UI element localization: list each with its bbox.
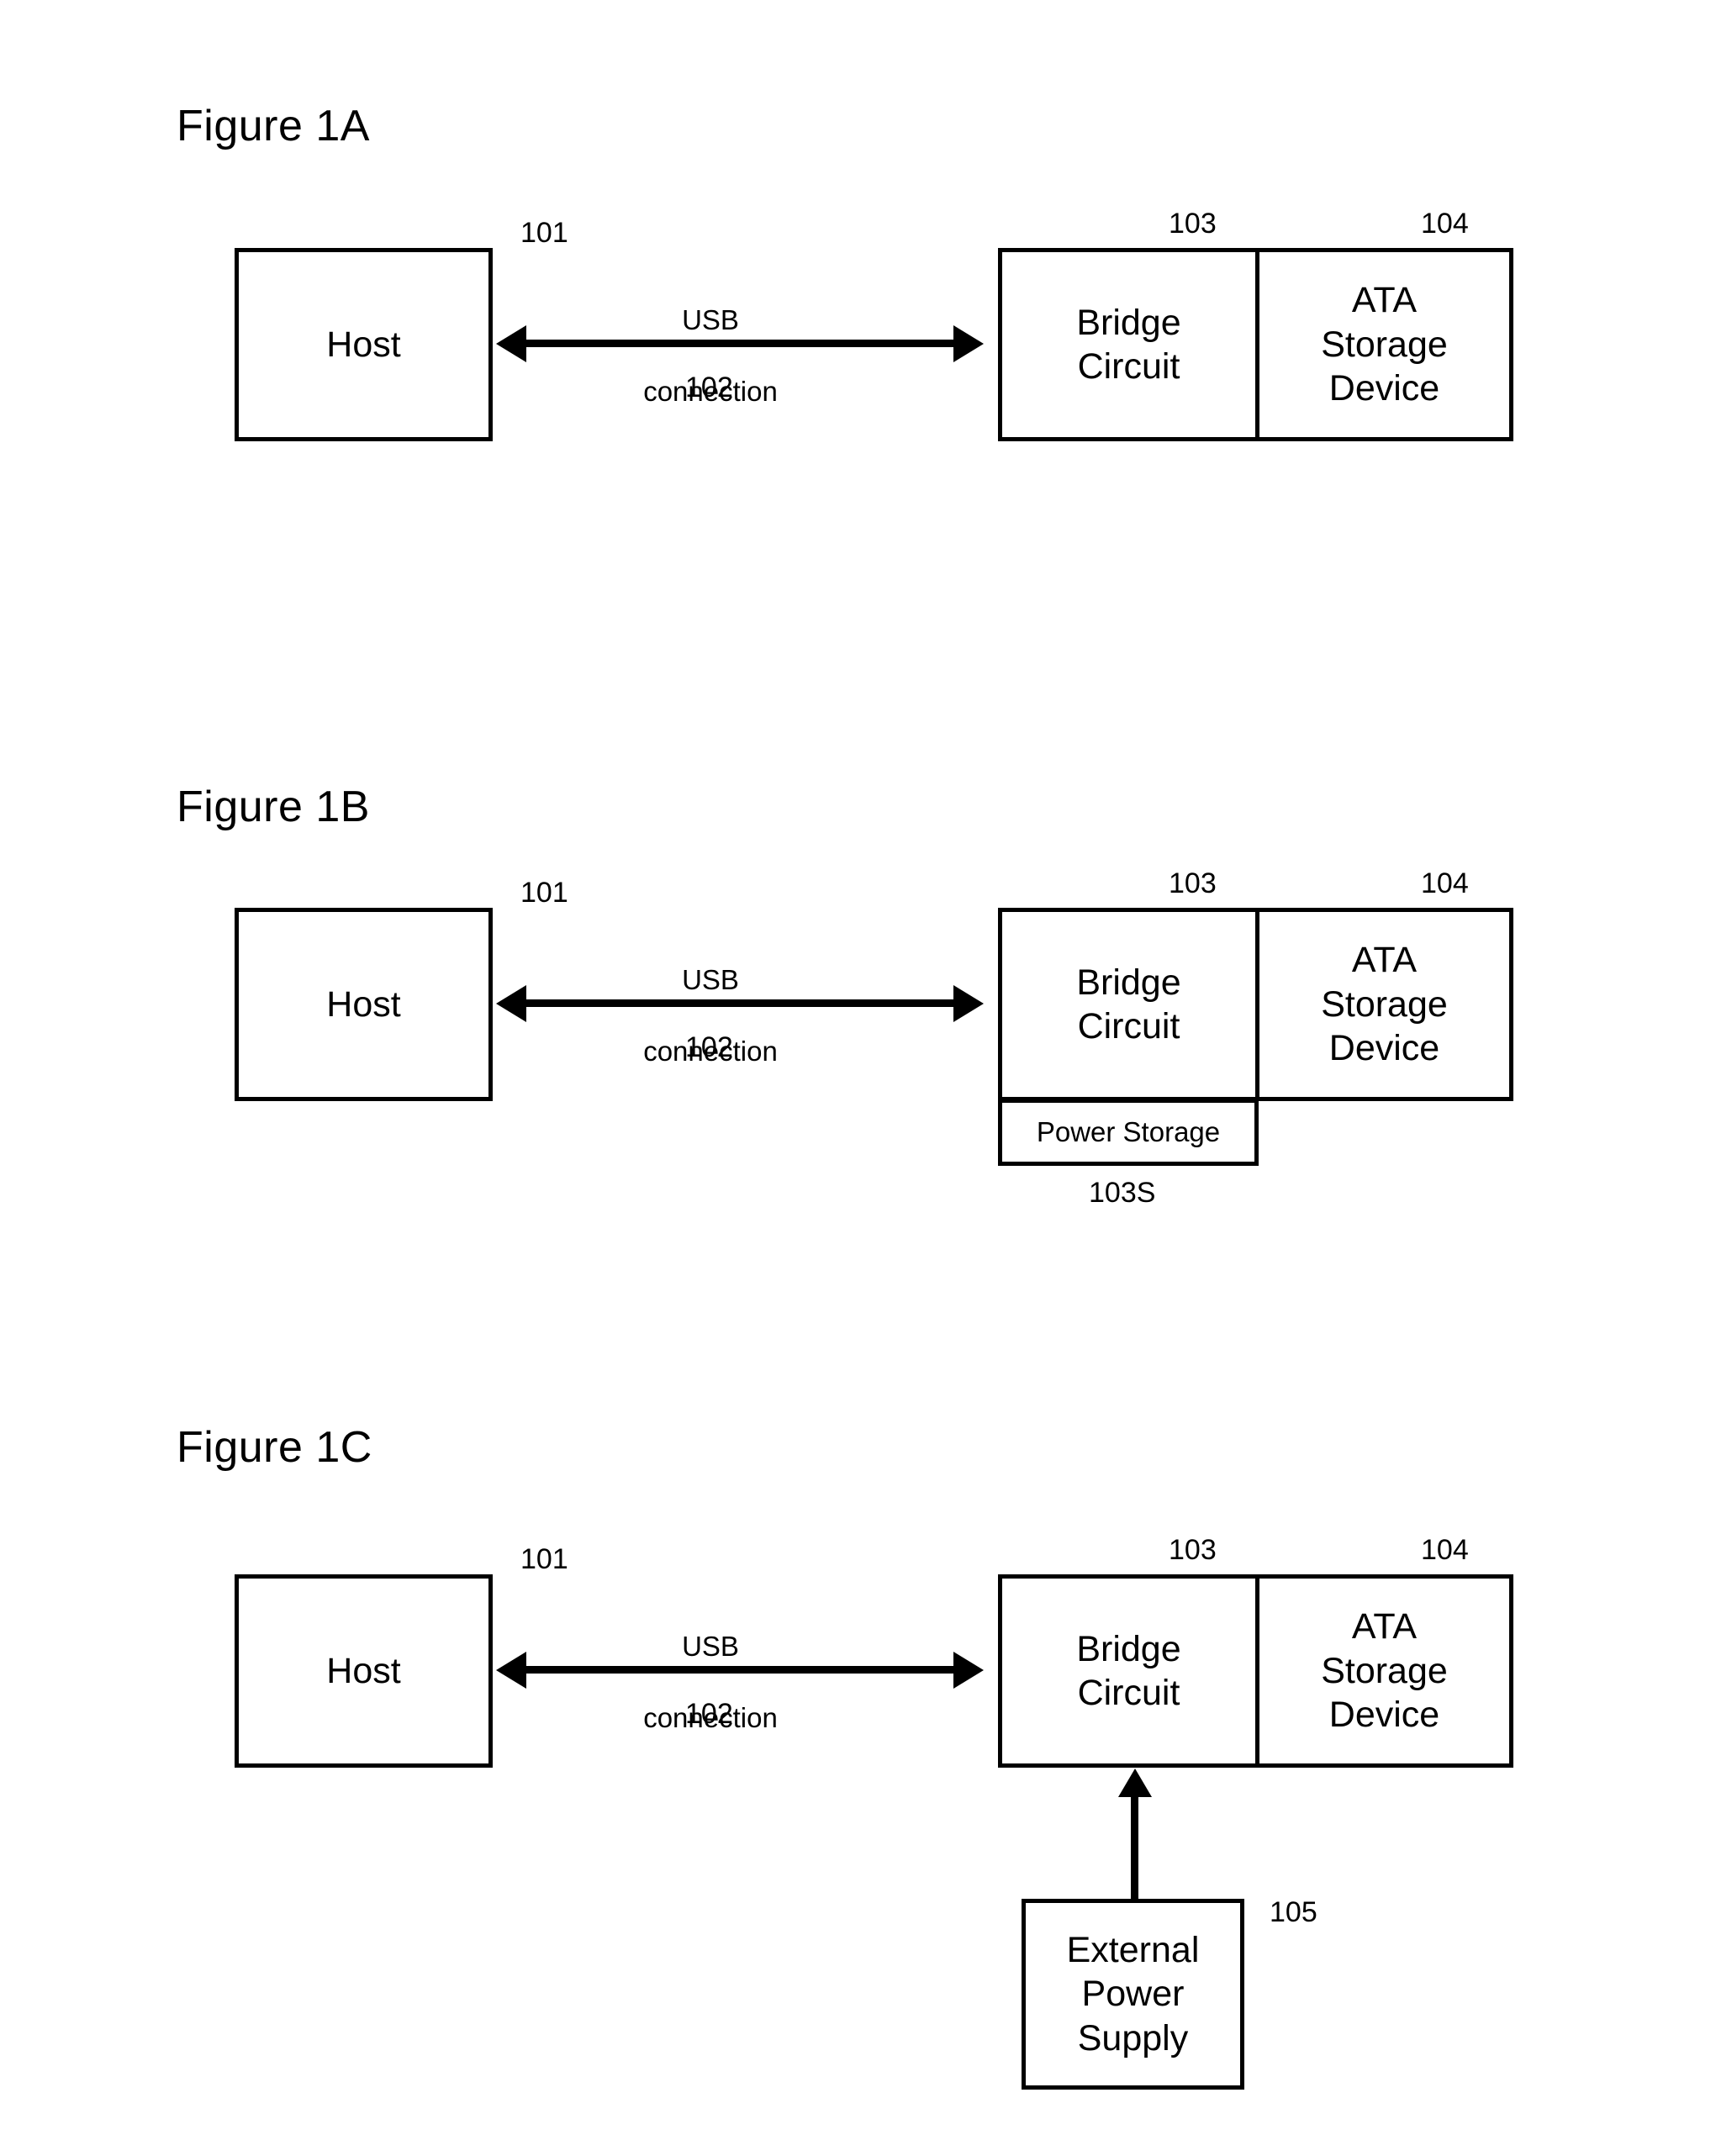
- figure-1b-ata-storage-box: ATA Storage Device: [1255, 908, 1513, 1101]
- figure-1a-ata-storage-box: ATA Storage Device: [1255, 248, 1513, 441]
- figure-1b-title: Figure 1B: [177, 783, 370, 831]
- figure-1c-usb-line1: USB: [682, 1631, 739, 1663]
- figure-1a-usb-arrow: [525, 340, 955, 347]
- figure-1b-usb-arrow: [525, 999, 955, 1007]
- figure-1a-host-box: Host: [235, 248, 493, 441]
- figure-1c-host-ref: 101: [520, 1543, 568, 1575]
- figure-1b-ata-storage-ref: 104: [1421, 867, 1469, 899]
- figure-1a-ata-storage-ref: 104: [1421, 208, 1469, 240]
- figure-1c-usb-ref: 102: [685, 1698, 733, 1730]
- figure-1b-usb-ref: 102: [685, 1031, 733, 1063]
- figure-1c-external-power-supply-ref: 105: [1270, 1896, 1317, 1928]
- figure-1c-bridge-circuit-ref: 103: [1169, 1534, 1217, 1566]
- figure-1b-bridge-circuit-ref: 103: [1169, 867, 1217, 899]
- figure-1b-bridge-circuit-label: Bridge Circuit: [1076, 962, 1181, 1046]
- figure-1c-ata-storage-box: ATA Storage Device: [1255, 1574, 1513, 1768]
- figure-1b-power-storage-box: Power Storage: [998, 1099, 1259, 1166]
- figure-1b-power-storage-label: Power Storage: [1036, 1115, 1221, 1147]
- figure-1c-external-power-supply-label: External Power Supply: [1066, 1929, 1200, 2058]
- figure-1a-bridge-circuit-box: Bridge Circuit: [998, 248, 1259, 441]
- figure-1a-bridge-circuit-ref: 103: [1169, 208, 1217, 240]
- figure-1c-usb-arrow: [525, 1666, 955, 1674]
- figure-1c-power-arrow: [1131, 1794, 1138, 1901]
- figure-1c-ata-storage-ref: 104: [1421, 1534, 1469, 1566]
- figure-1b-host-label: Host: [326, 983, 401, 1025]
- figure-1c-title: Figure 1C: [177, 1423, 372, 1472]
- figure-1c-bridge-circuit-label: Bridge Circuit: [1076, 1628, 1181, 1713]
- figure-1c-ata-storage-label: ATA Storage Device: [1321, 1606, 1448, 1736]
- figure-1b-bridge-circuit-box: Bridge Circuit: [998, 908, 1259, 1101]
- figure-1c-host-box: Host: [235, 1574, 493, 1768]
- figure-1b-host-ref: 101: [520, 877, 568, 909]
- figure-1a-ata-storage-label: ATA Storage Device: [1321, 280, 1448, 409]
- figure-1c-host-label: Host: [326, 1650, 401, 1691]
- figure-1c-bridge-circuit-box: Bridge Circuit: [998, 1574, 1259, 1768]
- figure-1a-bridge-circuit-label: Bridge Circuit: [1076, 302, 1181, 387]
- figure-1b-host-box: Host: [235, 908, 493, 1101]
- figure-1b-usb-line1: USB: [682, 964, 739, 996]
- figure-1b-power-storage-ref: 103S: [1089, 1177, 1156, 1209]
- figure-1a-usb-line1: USB: [682, 304, 739, 336]
- figure-1a-title: Figure 1A: [177, 102, 370, 150]
- figure-1a-usb-ref: 102: [685, 372, 733, 403]
- figure-1b-ata-storage-label: ATA Storage Device: [1321, 940, 1448, 1069]
- figure-1c-external-power-supply-box: External Power Supply: [1022, 1899, 1244, 2090]
- figure-1a-host-ref: 101: [520, 217, 568, 249]
- figure-1a-host-label: Host: [326, 324, 401, 365]
